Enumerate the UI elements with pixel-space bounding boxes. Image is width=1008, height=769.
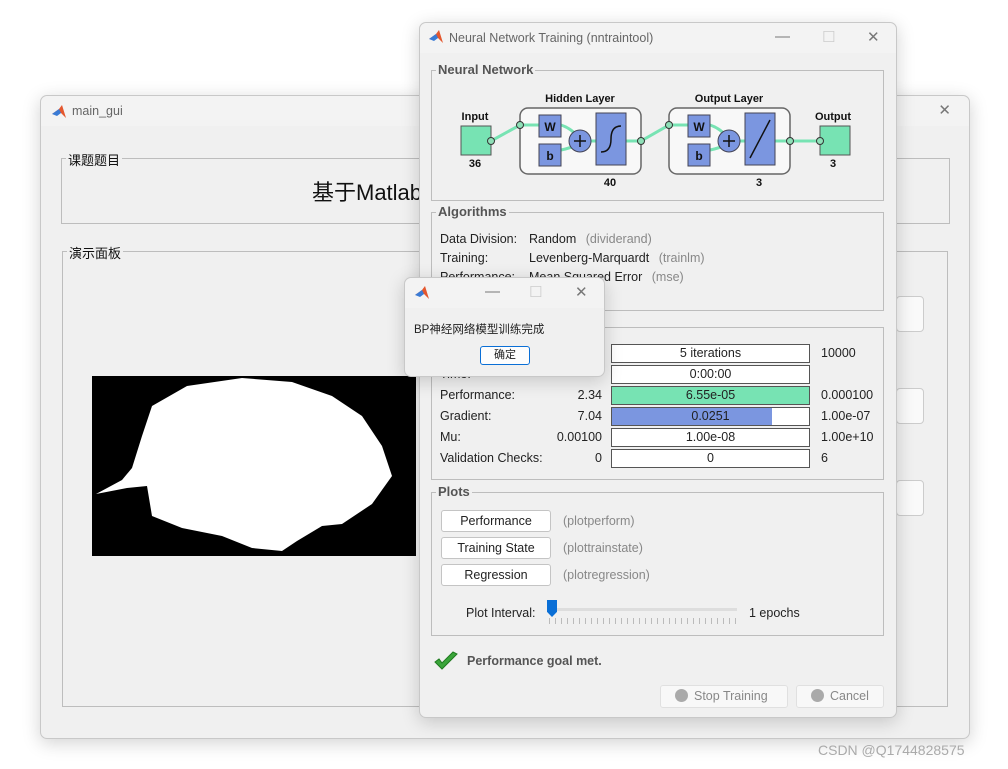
plot-interval-value: 1 epochs — [749, 606, 800, 620]
window-title: Neural Network Training (nntraintool) — [449, 31, 654, 45]
watermark: CSDN @Q1744828575 — [818, 742, 965, 758]
matlab-logo-icon — [429, 30, 443, 43]
group-label: Plots — [436, 484, 472, 499]
progress-bar: 5 iterations — [611, 344, 810, 363]
weight-label: W — [693, 120, 705, 134]
minimize-icon[interactable]: — — [775, 28, 790, 45]
progress-start: 7.04 — [577, 409, 602, 423]
minimize-icon[interactable]: — — [485, 283, 500, 300]
progress-label: Mu: — [440, 430, 461, 444]
input-size: 36 — [469, 158, 481, 170]
output-label: Output — [815, 111, 851, 123]
plot-button-performance[interactable]: Performance — [441, 510, 551, 532]
progress-bar: 1.00e-08 — [611, 428, 810, 447]
close-icon[interactable]: ✕ — [867, 28, 880, 46]
stop-icon — [675, 689, 688, 702]
group-label: 演示面板 — [67, 243, 124, 262]
window-title: main_gui — [72, 104, 123, 118]
side-button[interactable] — [896, 296, 924, 332]
input-label: Input — [462, 111, 489, 123]
title-bar: Neural Network Training (nntraintool) — … — [420, 23, 896, 53]
stop-training-button[interactable]: Stop Training — [660, 685, 788, 708]
title-bar: — ☐ ✕ — [405, 278, 604, 308]
matlab-logo-icon — [415, 286, 429, 299]
progress-bar: 0:00:00 — [611, 365, 810, 384]
slider-thumb[interactable] — [547, 600, 557, 617]
cancel-button[interactable]: Cancel — [796, 685, 884, 708]
output-size: 3 — [830, 158, 836, 170]
algorithm-label: Training: — [440, 251, 489, 265]
progress-end: 10000 — [821, 346, 856, 360]
checkmark-icon — [434, 651, 458, 670]
algorithm-value: Random (dividerand) — [529, 232, 652, 246]
progress-start: 0 — [595, 451, 602, 465]
plot-button-training-state[interactable]: Training State — [441, 537, 551, 559]
group-label: Algorithms — [436, 204, 509, 219]
progress-bar: 6.55e-05 — [611, 386, 810, 405]
weight-label: W — [544, 120, 556, 134]
message-dialog: — ☐ ✕ BP神经网络模型训练完成 确定 — [404, 277, 605, 377]
output-layer-size: 3 — [756, 177, 762, 189]
progress-end: 1.00e-07 — [821, 409, 871, 423]
close-icon[interactable]: ✕ — [575, 283, 588, 301]
button-label: Stop Training — [694, 689, 768, 703]
segmented-image — [92, 376, 416, 556]
button-label: Cancel — [830, 689, 869, 703]
plot-function: (plottrainstate) — [563, 541, 643, 555]
plot-interval-slider[interactable] — [547, 600, 737, 628]
algorithm-label: Data Division: — [440, 232, 518, 246]
status-message: Performance goal met. — [467, 654, 602, 668]
progress-bar: 0.0251 — [611, 407, 810, 426]
progress-start: 0.00100 — [556, 430, 602, 444]
topic-title: 基于Matlab — [312, 180, 423, 205]
progress-end: 1.00e+10 — [821, 430, 874, 444]
plot-interval-label: Plot Interval: — [466, 606, 536, 620]
dialog-message: BP神经网络模型训练完成 — [414, 324, 545, 336]
progress-start: 2.34 — [577, 388, 602, 402]
bias-label: b — [695, 149, 702, 163]
progress-label: Gradient: — [440, 409, 492, 423]
plot-function: (plotperform) — [563, 514, 635, 528]
bias-label: b — [546, 149, 553, 163]
side-button[interactable] — [896, 480, 924, 516]
group-label: Neural Network — [436, 62, 536, 77]
side-button[interactable] — [896, 388, 924, 424]
matlab-logo-icon — [52, 105, 66, 118]
progress-bar: 0 — [611, 449, 810, 468]
ok-button[interactable]: 确定 — [480, 346, 530, 365]
maximize-icon[interactable]: ☐ — [529, 283, 542, 301]
progress-end: 6 — [821, 451, 828, 465]
hidden-layer-label: Hidden Layer — [545, 93, 615, 105]
plot-button-regression[interactable]: Regression — [441, 564, 551, 586]
progress-end: 0.000100 — [821, 388, 874, 402]
plot-function: (plotregression) — [563, 568, 650, 582]
network-diagram: Input 36 Hidden Layer 40 Output Layer 3 … — [460, 93, 851, 189]
group-label: 课题题目 — [66, 150, 123, 169]
output-layer-label: Output Layer — [695, 93, 764, 105]
cancel-icon — [811, 689, 824, 702]
close-icon[interactable]: ✕ — [938, 101, 951, 119]
maximize-icon[interactable]: ☐ — [822, 28, 835, 46]
algorithm-value: Levenberg-Marquardt (trainlm) — [529, 251, 705, 265]
hidden-layer-size: 40 — [604, 177, 616, 189]
